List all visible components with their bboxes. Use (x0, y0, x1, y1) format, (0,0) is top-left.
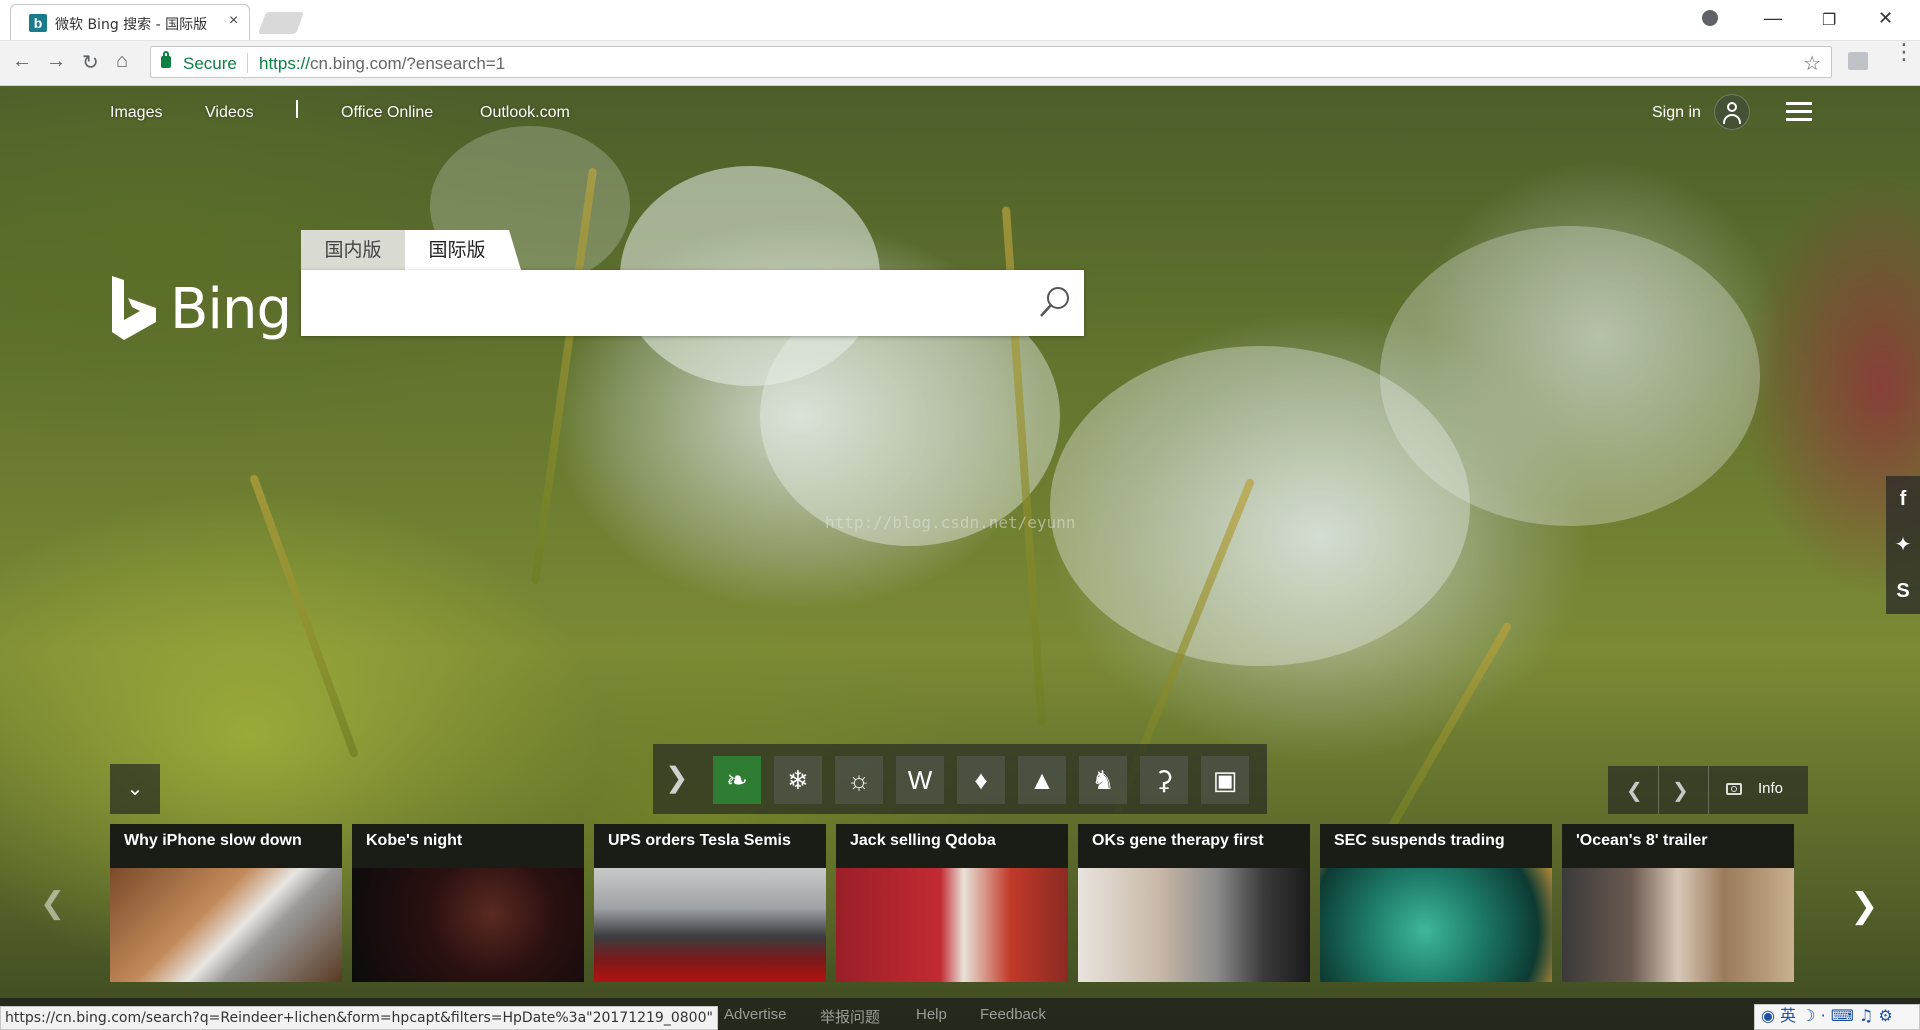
new-tab-button[interactable] (257, 12, 305, 34)
hamburger-menu-icon[interactable] (1786, 102, 1812, 122)
news-card-title: UPS orders Tesla Semis (608, 832, 791, 849)
footer-link-advertise[interactable]: Advertise (724, 1006, 787, 1023)
news-card-image (1078, 868, 1310, 982)
bing-homepage: Images Videos Office Online Outlook.com … (0, 86, 1920, 1030)
nav-link-videos[interactable]: Videos (205, 104, 254, 122)
close-window-icon[interactable]: ✕ (1878, 8, 1893, 29)
profile-icon[interactable] (1702, 10, 1718, 26)
news-card[interactable]: Kobe's night (352, 824, 584, 982)
watermark-text: http://blog.csdn.net/eyunn (825, 513, 1076, 532)
browser-tab-strip: b 微软 Bing 搜索 - 国际版 × — ❐ ✕ (0, 0, 1920, 41)
ime-toolbar[interactable]: ◉ 英 ☽ · ⌨ ♫ ⚙ (1754, 1004, 1920, 1030)
extension-icon[interactable] (1848, 52, 1868, 70)
bird-icon[interactable]: ❧ (713, 756, 761, 804)
next-image-icon[interactable]: ❯ (1672, 778, 1689, 803)
search-input[interactable] (315, 280, 1019, 326)
search-box (301, 270, 1084, 336)
tab-title: 微软 Bing 搜索 - 国际版 (55, 17, 208, 33)
minimize-icon[interactable]: — (1764, 8, 1782, 29)
footer-link-help[interactable]: Help (916, 1006, 947, 1023)
forward-icon[interactable]: → (46, 50, 66, 73)
omnibox-divider (247, 53, 248, 73)
news-card[interactable]: SEC suspends trading (1320, 824, 1552, 982)
carousel-next-icon[interactable]: ❯ (1850, 886, 1879, 926)
background-photo-detail (248, 473, 360, 759)
news-card[interactable]: 'Ocean's 8' trailer (1562, 824, 1794, 982)
nav-link-outlook[interactable]: Outlook.com (480, 104, 570, 122)
browser-toolbar: ← → ↻ ⌂ Secure https://cn.bing.com/?ense… (0, 41, 1920, 86)
back-icon[interactable]: ← (12, 50, 32, 73)
secure-label: Secure (183, 54, 237, 73)
footer-link-feedback[interactable]: Feedback (980, 1006, 1046, 1023)
news-card-title: SEC suspends trading (1334, 832, 1505, 849)
news-card-image (1320, 868, 1552, 982)
previous-image-icon[interactable]: ❮ (1626, 778, 1643, 803)
balloons-icon[interactable]: ⚳ (1140, 756, 1188, 804)
news-card-image (836, 868, 1068, 982)
bing-logo-icon (112, 276, 156, 340)
camera-icon[interactable] (1726, 783, 1742, 795)
restore-icon[interactable]: ❐ (1822, 10, 1836, 30)
news-card[interactable]: Jack selling Qdoba (836, 824, 1068, 982)
facebook-share-icon[interactable]: f (1886, 476, 1920, 522)
background-photo-detail (1380, 226, 1760, 526)
lightbulb-icon[interactable]: ☼ (835, 756, 883, 804)
scope-tab-domestic[interactable]: 国内版 (301, 230, 405, 270)
news-card-image (352, 868, 584, 982)
bing-favicon-icon: b (29, 14, 47, 32)
menu-icon[interactable]: ⋮ (1893, 41, 1915, 63)
reload-icon[interactable]: ↻ (82, 50, 99, 75)
browser-tab[interactable]: b 微软 Bing 搜索 - 国际版 × (10, 4, 250, 40)
news-card-image (1562, 868, 1794, 982)
news-card-title: Why iPhone slow down (124, 832, 302, 849)
tab-close-icon[interactable]: × (229, 12, 238, 30)
image-nav-divider (1708, 766, 1709, 814)
news-card-image (110, 868, 342, 982)
toolbar-next-arrow-icon[interactable]: ❯ (665, 764, 688, 792)
nav-link-office-online[interactable]: Office Online (341, 104, 433, 122)
star-icon[interactable]: ☆ (1803, 51, 1821, 76)
mountain-icon[interactable]: ▲ (1018, 756, 1066, 804)
horse-icon[interactable]: ♞ (1079, 756, 1127, 804)
bing-logo-text: Bing (170, 277, 292, 342)
url-scheme: https:// (259, 54, 311, 73)
url-text[interactable]: https://cn.bing.com/?ensearch=1 (259, 54, 505, 74)
url-path: cn.bing.com/?ensearch=1 (310, 54, 506, 73)
news-card-title: Jack selling Qdoba (850, 832, 996, 849)
news-card[interactable]: OKs gene therapy first (1078, 824, 1310, 982)
user-avatar-icon[interactable] (1714, 94, 1750, 130)
image-nav-divider (1658, 766, 1659, 814)
gift-icon[interactable]: ▣ (1201, 756, 1249, 804)
nav-divider (296, 100, 298, 118)
home-icon[interactable]: ⌂ (116, 50, 128, 73)
w-icon[interactable]: W (896, 756, 944, 804)
news-card-image (594, 868, 826, 982)
news-card-title: OKs gene therapy first (1092, 832, 1264, 849)
twitter-share-icon[interactable]: ✦ (1886, 522, 1920, 568)
footer-link-report[interactable]: 举报问题 (820, 1006, 880, 1027)
skype-share-icon[interactable]: S (1886, 568, 1920, 614)
status-bar-url: https://cn.bing.com/search?q=Reindeer+li… (0, 1006, 718, 1030)
scope-tab-international[interactable]: 国际版 (405, 230, 521, 270)
background-photo-detail (1375, 621, 1513, 851)
image-navigation: ❮ ❯ Info (1608, 766, 1808, 814)
image-info-button[interactable]: Info (1758, 780, 1783, 797)
sign-in-link[interactable]: Sign in (1652, 104, 1701, 122)
homepage-icon-toolbar: ❯ ❧ ❄ ☼ W ♦ ▲ ♞ ⚳ ▣ (653, 744, 1267, 814)
address-bar[interactable]: Secure https://cn.bing.com/?ensearch=1 ☆ (150, 46, 1832, 78)
carousel-prev-icon[interactable]: ❮ (40, 886, 65, 921)
ime-language-label: 英 (1780, 1006, 1797, 1025)
news-card-title: Kobe's night (366, 832, 463, 849)
lock-icon (161, 51, 171, 68)
nav-link-images[interactable]: Images (110, 104, 162, 122)
news-card[interactable]: UPS orders Tesla Semis (594, 824, 826, 982)
collapse-news-button[interactable]: ⌄ (110, 764, 160, 814)
news-card[interactable]: Why iPhone slow down (110, 824, 342, 982)
search-icon[interactable] (1037, 284, 1073, 320)
snowflake-icon[interactable]: ❄ (774, 756, 822, 804)
news-card-title: 'Ocean's 8' trailer (1576, 832, 1708, 849)
bell-icon[interactable]: ♦ (957, 756, 1005, 804)
